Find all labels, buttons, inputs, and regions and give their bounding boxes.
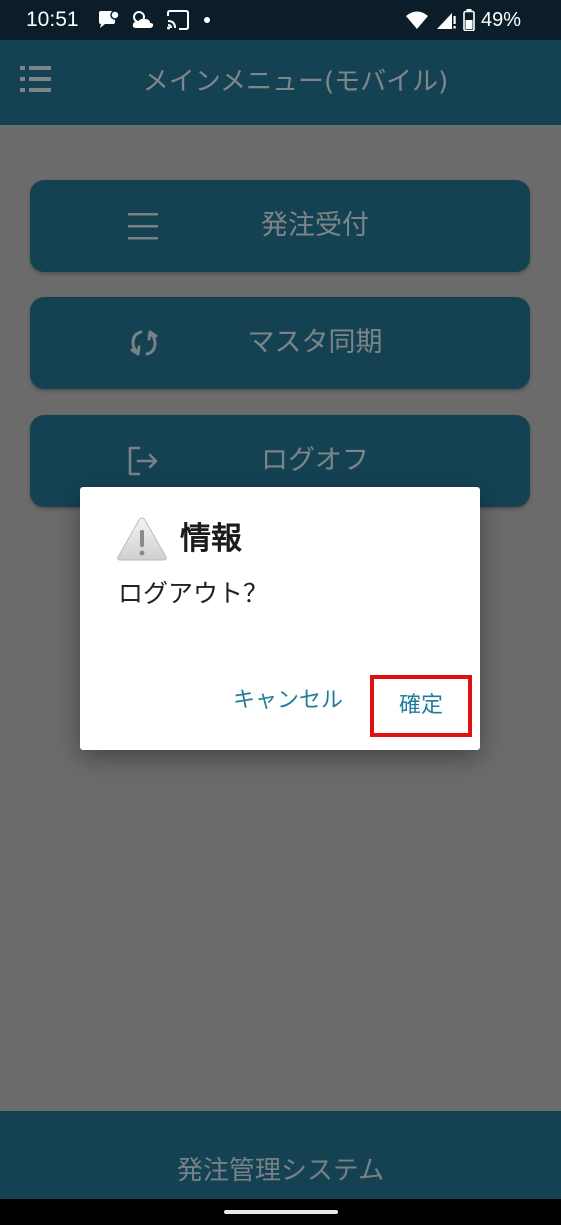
dialog-title: 情報 bbox=[180, 521, 242, 557]
dot-icon bbox=[204, 17, 210, 23]
signal-icon bbox=[436, 13, 456, 29]
dialog-message: ログアウト？ bbox=[118, 579, 269, 608]
warning-icon bbox=[117, 517, 167, 561]
cancel-button[interactable]: キャンセル bbox=[226, 683, 350, 719]
notification-icons bbox=[96, 7, 214, 33]
home-indicator[interactable] bbox=[224, 1210, 338, 1214]
status-time: 10:51 bbox=[26, 8, 79, 31]
logout-confirm-dialog: 情報 ログアウト？ キャンセル 確定 bbox=[80, 487, 480, 750]
wifi-icon bbox=[405, 11, 428, 29]
confirm-button[interactable]: 確定 bbox=[370, 675, 472, 737]
status-bar: 10:51 49% bbox=[0, 0, 561, 40]
weather-icon bbox=[132, 11, 154, 28]
system-icons: 49% bbox=[405, 7, 521, 33]
battery-icon bbox=[463, 9, 475, 31]
navigation-bar bbox=[0, 1199, 561, 1225]
chat-notification-icon bbox=[99, 10, 120, 28]
battery-percentage: 49% bbox=[480, 9, 521, 31]
cast-icon bbox=[167, 10, 189, 30]
